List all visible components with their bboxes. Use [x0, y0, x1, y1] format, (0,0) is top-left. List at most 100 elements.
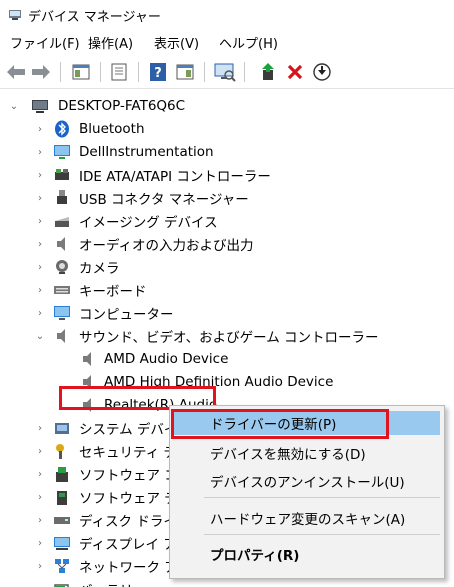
svg-text:?: ? [154, 66, 162, 81]
menu-view[interactable]: 表示(V) [154, 33, 199, 52]
monitor-scan-icon [214, 63, 236, 82]
menu-uninstall-device[interactable]: デバイスのアンインストール(U) [172, 469, 440, 493]
console-tree-icon [72, 64, 90, 80]
chevron-right-icon[interactable]: › [35, 423, 45, 434]
menu-disable-device[interactable]: デバイスを無効にする(D) [172, 441, 440, 465]
menu-scan-hardware[interactable]: ハードウェア変更のスキャン(A) [172, 506, 440, 530]
context-menu: ドライバーの更新(P) デバイスを無効にする(D) デバイスのアンインストール(… [169, 405, 445, 579]
circle-down-arrow-icon [313, 63, 331, 81]
device-manager-app-icon [9, 10, 21, 20]
menu-update-driver[interactable]: ドライバーの更新(P) [172, 411, 440, 435]
action-pane-button[interactable] [174, 61, 196, 83]
tree-item-computer[interactable]: › コンピューター [0, 302, 454, 324]
menu-item-label: デバイスのアンインストール(U) [210, 475, 405, 491]
tree-item-label: IDE ATA/ATAPI コントローラー [79, 169, 271, 185]
forward-button[interactable] [30, 61, 52, 83]
update-driver-button[interactable] [257, 61, 279, 83]
back-button[interactable] [5, 61, 27, 83]
tree-item-label: バッテリ [79, 579, 133, 587]
menu-item-label: デバイスを無効にする(D) [210, 447, 366, 463]
bluetooth-icon [55, 120, 69, 138]
tree-item-usb-connector[interactable]: › USB コネクタ マネージャー [0, 187, 454, 209]
keyboard-icon [54, 286, 70, 294]
tree-item-label: キーボード [79, 284, 147, 300]
tree-item-battery[interactable]: › バッテリ [0, 578, 454, 587]
chevron-right-icon[interactable]: › [35, 170, 45, 181]
network-icon [55, 559, 69, 573]
speaker-icon [57, 237, 65, 251]
tree-item-dellinstrumentation[interactable]: › DellInstrumentation [0, 141, 454, 163]
chevron-right-icon[interactable]: › [35, 446, 45, 457]
chevron-right-icon[interactable]: › [35, 308, 45, 319]
chevron-right-icon[interactable]: › [35, 492, 45, 503]
battery-icon [54, 584, 69, 587]
enable-device-button[interactable] [311, 61, 333, 83]
chevron-right-icon[interactable]: › [35, 515, 45, 526]
chevron-down-icon[interactable]: ⌄ [35, 331, 45, 342]
system-folder-icon [55, 423, 69, 434]
help-book-icon: ? [150, 63, 166, 81]
chevron-right-icon[interactable]: › [35, 262, 45, 273]
tree-item-amd-hd-audio[interactable]: AMD High Definition Audio Device [0, 371, 454, 393]
action-pane-icon [176, 64, 194, 80]
speaker-icon [83, 398, 91, 412]
chevron-right-icon[interactable]: › [35, 193, 45, 204]
help-button[interactable]: ? [147, 61, 169, 83]
speaker-icon [83, 375, 91, 389]
chevron-right-icon[interactable]: › [35, 469, 45, 480]
tree-item-label: DellInstrumentation [79, 144, 214, 160]
computer-icon [32, 100, 48, 113]
arrow-right-icon [32, 65, 50, 79]
tree-root-label: DESKTOP-FAT6Q6C [58, 98, 186, 114]
tree-item-label: AMD High Definition Audio Device [104, 374, 334, 390]
menu-bar: ファイル(F) 操作(A) 表示(V) ヘルプ(H) [0, 30, 454, 54]
uninstall-device-button[interactable] [284, 61, 306, 83]
chevron-right-icon[interactable]: › [35, 561, 45, 572]
tree-root[interactable]: ⌄ DESKTOP-FAT6Q6C [0, 95, 454, 117]
speaker-icon [83, 352, 91, 366]
webcam-icon [56, 260, 68, 274]
tree-item-amd-audio[interactable]: AMD Audio Device [0, 348, 454, 370]
tree-item-label: Bluetooth [79, 121, 145, 137]
menu-separator [204, 534, 440, 535]
show-hide-tree-button[interactable] [70, 61, 92, 83]
chevron-right-icon[interactable]: › [35, 216, 45, 227]
tree-item-audio-io[interactable]: › オーディオの入力および出力 [0, 233, 454, 255]
menu-separator [204, 497, 440, 498]
toolbar: ? [0, 56, 454, 89]
chevron-right-icon[interactable]: › [35, 124, 45, 135]
arrow-left-icon [7, 65, 25, 79]
menu-file[interactable]: ファイル(F) [10, 33, 80, 52]
monitor-network-icon [54, 145, 70, 159]
scanner-icon [55, 217, 69, 227]
display-adapter-icon [54, 537, 70, 550]
scan-hardware-button[interactable] [214, 61, 236, 83]
menu-action[interactable]: 操作(A) [88, 33, 133, 52]
tree-item-bluetooth[interactable]: › Bluetooth [0, 118, 454, 140]
tree-item-sound-video[interactable]: ⌄ サウンド、ビデオ、およびゲーム コントローラー [0, 325, 454, 347]
menu-item-label: ハードウェア変更のスキャン(A) [210, 512, 406, 528]
tree-item-label: USB コネクタ マネージャー [79, 192, 249, 208]
tree-item-imaging[interactable]: › イメージング デバイス [0, 210, 454, 232]
tree-item-camera[interactable]: › カメラ [0, 256, 454, 278]
chevron-right-icon[interactable]: › [35, 285, 45, 296]
menu-properties[interactable]: プロパティ(R) [172, 542, 440, 566]
software-component-icon [56, 467, 68, 482]
window-title: デバイス マネージャー [28, 10, 161, 25]
chevron-right-icon[interactable]: › [35, 239, 45, 250]
menu-help[interactable]: ヘルプ(H) [219, 33, 278, 52]
menu-item-label: プロパティ(R) [210, 548, 300, 564]
chevron-down-icon[interactable]: ⌄ [9, 101, 19, 112]
title-bar: デバイス マネージャー [0, 0, 454, 30]
tree-item-ide-ata[interactable]: › IDE ATA/ATAPI コントローラー [0, 164, 454, 186]
tree-item-keyboard[interactable]: › キーボード [0, 279, 454, 301]
speaker-icon [57, 329, 65, 343]
properties-sheet-icon [111, 63, 127, 81]
update-driver-icon [262, 63, 274, 80]
tree-item-label: カメラ [79, 261, 120, 277]
monitor-icon [54, 306, 70, 320]
tree-item-label: サウンド、ビデオ、およびゲーム コントローラー [79, 330, 379, 346]
chevron-right-icon[interactable]: › [35, 147, 45, 158]
chevron-right-icon[interactable]: › [35, 538, 45, 549]
properties-button[interactable] [108, 61, 130, 83]
